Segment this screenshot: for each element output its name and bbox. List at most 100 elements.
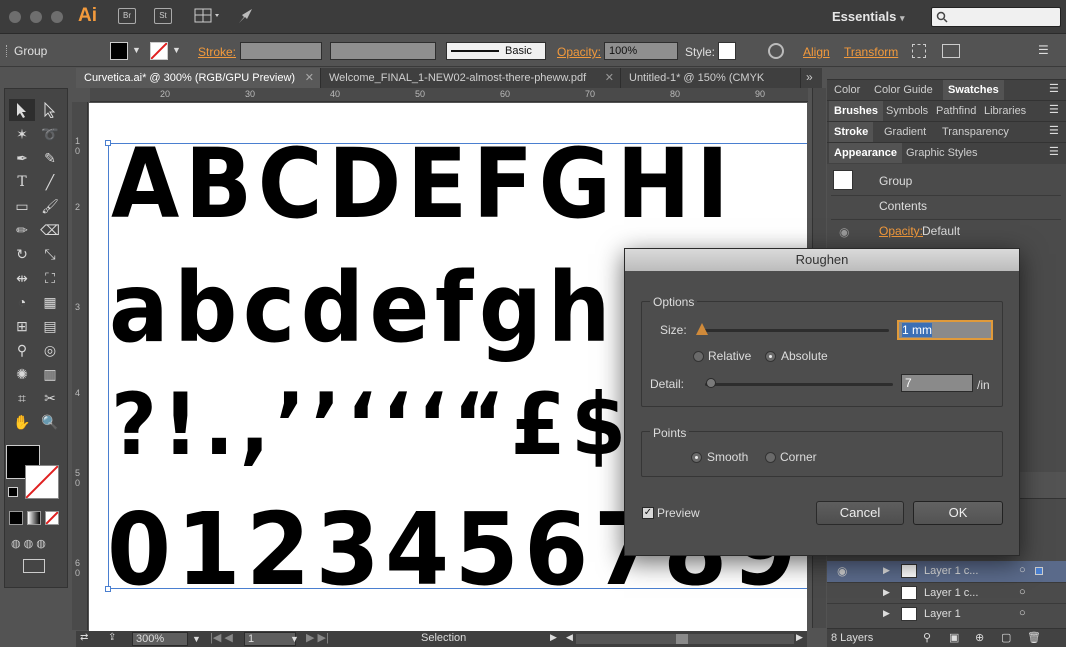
tab-appearance[interactable]: Appearance bbox=[829, 143, 902, 163]
pen-tool-icon[interactable]: ✒ bbox=[9, 147, 35, 169]
tab-color[interactable]: Color bbox=[829, 80, 865, 100]
tab-libraries[interactable]: Libraries bbox=[979, 101, 1031, 121]
tab-transparency[interactable]: Transparency bbox=[937, 122, 1014, 142]
chevron-down-icon[interactable]: ▼ bbox=[290, 634, 299, 644]
visibility-eye-icon[interactable]: ◉ bbox=[839, 225, 849, 239]
tab-graphic-styles[interactable]: Graphic Styles bbox=[901, 143, 983, 163]
scroll-right-icon[interactable]: ▶ bbox=[796, 632, 803, 643]
next-artboard-icon[interactable]: ▶ ▶| bbox=[306, 631, 329, 644]
column-graph-tool-icon[interactable]: ▥ bbox=[37, 363, 63, 385]
mesh-tool-icon[interactable]: ⊞ bbox=[9, 315, 35, 337]
tab-stroke[interactable]: Stroke bbox=[829, 122, 874, 142]
layer-name[interactable]: Layer 1 c... bbox=[924, 587, 978, 599]
arrange-documents-button[interactable] bbox=[194, 8, 224, 24]
opacity-field[interactable]: 100% bbox=[604, 42, 678, 60]
chevron-down-icon[interactable]: ▼ bbox=[192, 634, 201, 644]
close-icon[interactable]: ✕ bbox=[605, 68, 614, 88]
tab-untitled[interactable]: Untitled-1* @ 150% (CMYK bbox=[621, 68, 801, 88]
preview-checkbox[interactable]: ✓ bbox=[642, 507, 654, 519]
detail-input[interactable]: 7 bbox=[901, 374, 973, 392]
first-artboard-icon[interactable]: |◀ ◀ bbox=[210, 631, 233, 644]
drawing-modes-icon[interactable]: ◍ ◍ ◍ bbox=[11, 537, 59, 551]
chevron-down-icon[interactable]: ▼ bbox=[132, 45, 141, 55]
rectangle-tool-icon[interactable]: ▭ bbox=[9, 195, 35, 217]
more-tabs-icon[interactable]: » bbox=[806, 70, 813, 84]
scroll-left-icon[interactable]: ◀ bbox=[566, 632, 573, 643]
tab-pathfinder[interactable]: Pathfind bbox=[931, 101, 981, 121]
layer-name[interactable]: Layer 1 bbox=[924, 608, 961, 620]
target-circle-icon[interactable]: ○ bbox=[1019, 564, 1026, 576]
slice-tool-icon[interactable]: ✂ bbox=[37, 387, 63, 409]
stroke-color-swatch[interactable] bbox=[150, 42, 168, 60]
tab-symbols[interactable]: Symbols bbox=[881, 101, 933, 121]
visibility-eye-icon[interactable]: ◉ bbox=[837, 564, 847, 578]
select-similar-icon[interactable] bbox=[942, 44, 960, 58]
target-circle-icon[interactable]: ○ bbox=[1019, 586, 1026, 598]
artboard-tool-icon[interactable]: ⌗ bbox=[9, 387, 35, 409]
opacity-label[interactable]: Opacity: bbox=[557, 45, 601, 59]
artboard-number-field[interactable]: 1 bbox=[244, 632, 296, 646]
layer-row-selected[interactable]: ◉ ▶ Layer 1 c... ○ bbox=[827, 561, 1066, 582]
tab-curvetica[interactable]: Curvetica.ai* @ 300% (RGB/GPU Preview) ✕ bbox=[76, 68, 321, 88]
corner-radio[interactable] bbox=[765, 452, 776, 463]
tab-swatches[interactable]: Swatches bbox=[943, 80, 1004, 100]
share-icon[interactable]: ⇪ bbox=[108, 632, 116, 643]
screen-mode-icon[interactable] bbox=[23, 559, 45, 573]
absolute-radio[interactable] bbox=[765, 351, 776, 362]
ok-button[interactable]: OK bbox=[913, 501, 1003, 525]
appearance-contents-label[interactable]: Contents bbox=[879, 199, 927, 213]
graphic-style-swatch[interactable] bbox=[718, 42, 736, 60]
stock-button[interactable]: St bbox=[154, 8, 172, 24]
minimize-window-button[interactable] bbox=[30, 11, 42, 23]
size-slider[interactable] bbox=[701, 329, 889, 332]
stroke-weight-field[interactable] bbox=[240, 42, 322, 60]
size-slider-thumb[interactable] bbox=[696, 323, 708, 335]
close-window-button[interactable] bbox=[9, 11, 21, 23]
corner-label[interactable]: Corner bbox=[780, 450, 817, 464]
selection-indicator[interactable] bbox=[1035, 567, 1043, 575]
magic-wand-tool-icon[interactable]: ✶ bbox=[9, 123, 35, 145]
detail-slider[interactable] bbox=[705, 383, 893, 386]
create-layer-icon[interactable]: ▢ bbox=[1001, 631, 1011, 644]
create-sublayer-icon[interactable]: ⊕ bbox=[975, 631, 984, 644]
pencil-tool-icon[interactable]: ✏ bbox=[9, 219, 35, 241]
close-icon[interactable]: ✕ bbox=[305, 68, 314, 88]
width-tool-icon[interactable]: ⇹ bbox=[9, 267, 35, 289]
layer-row[interactable]: ▶ Layer 1 c... ○ bbox=[827, 582, 1066, 603]
blend-tool-icon[interactable]: ◎ bbox=[37, 339, 63, 361]
paintbrush-tool-icon[interactable]: 🖌 bbox=[37, 195, 63, 217]
bridge-button[interactable]: Br bbox=[118, 8, 136, 24]
eraser-tool-icon[interactable]: ⌫ bbox=[37, 219, 63, 241]
align-label[interactable]: Align bbox=[803, 45, 830, 59]
eyedropper-tool-icon[interactable]: ⚲ bbox=[9, 339, 35, 361]
fill-color-swatch[interactable] bbox=[110, 42, 128, 60]
artboard-navigation-icon[interactable]: ⇄ bbox=[80, 632, 88, 643]
panel-menu-icon[interactable]: ☰ bbox=[1038, 43, 1049, 57]
curvature-tool-icon[interactable]: ✎ bbox=[37, 147, 63, 169]
isolate-group-icon[interactable] bbox=[912, 44, 926, 58]
make-clipping-mask-icon[interactable]: ▣ bbox=[949, 631, 959, 644]
color-mode-icon[interactable] bbox=[9, 511, 23, 525]
hand-tool-icon[interactable]: ✋ bbox=[9, 411, 35, 433]
size-input[interactable]: 1 mm bbox=[897, 320, 993, 340]
expand-arrow-icon[interactable]: ▶ bbox=[883, 565, 890, 576]
direct-selection-tool-icon[interactable] bbox=[37, 99, 63, 121]
layer-row[interactable]: ▶ Layer 1 ○ bbox=[827, 603, 1066, 624]
variable-width-profile[interactable] bbox=[330, 42, 436, 60]
relative-label[interactable]: Relative bbox=[708, 349, 751, 363]
search-input[interactable] bbox=[931, 7, 1061, 27]
tab-brushes[interactable]: Brushes bbox=[829, 101, 884, 121]
symbol-sprayer-tool-icon[interactable]: ✺ bbox=[9, 363, 35, 385]
detail-slider-thumb[interactable] bbox=[706, 378, 716, 388]
default-colors-icon[interactable] bbox=[8, 487, 18, 497]
horizontal-scrollbar[interactable] bbox=[576, 634, 794, 644]
panel-menu-icon[interactable]: ☰ bbox=[1049, 82, 1059, 95]
expand-arrow-icon[interactable]: ▶ bbox=[883, 587, 890, 598]
workspace-switcher[interactable]: Essentials ▾ bbox=[832, 9, 904, 24]
gradient-mode-icon[interactable] bbox=[27, 511, 41, 525]
chevron-down-icon[interactable]: ▼ bbox=[172, 45, 181, 55]
transform-label[interactable]: Transform bbox=[844, 45, 898, 59]
appearance-opacity-label[interactable]: Opacity: bbox=[879, 224, 923, 238]
preview-label[interactable]: Preview bbox=[657, 506, 700, 520]
perspective-grid-tool-icon[interactable]: ▦ bbox=[37, 291, 63, 313]
